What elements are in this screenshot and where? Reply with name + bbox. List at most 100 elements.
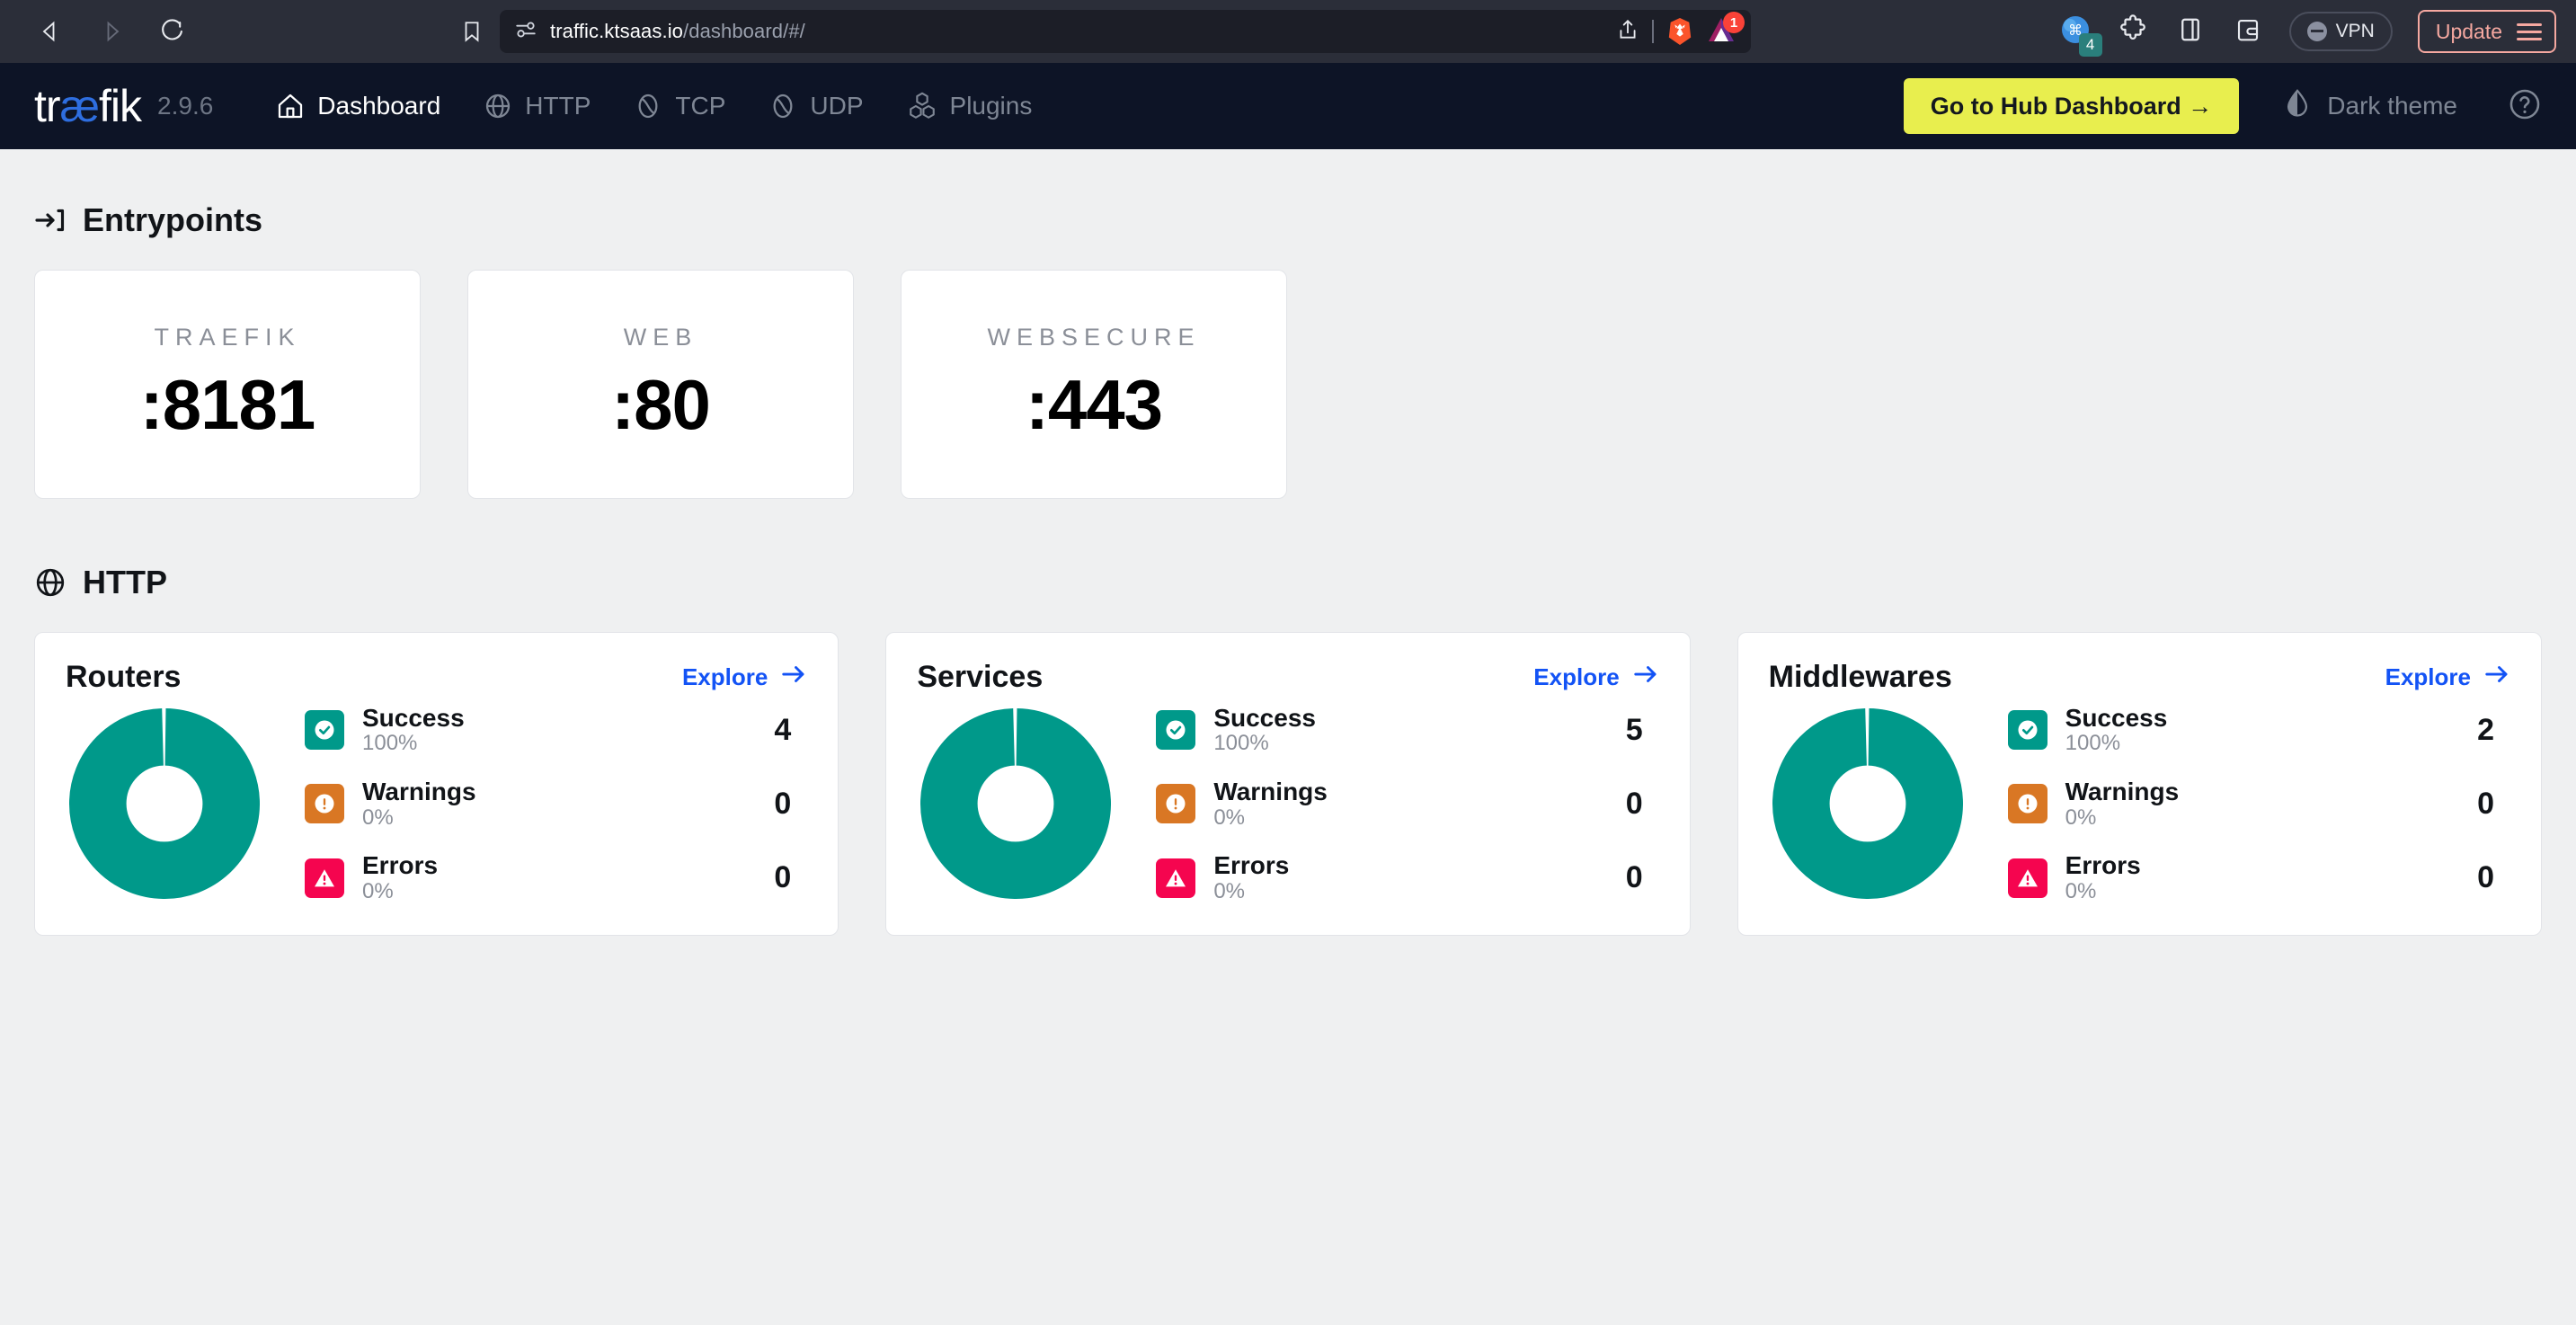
hub-dashboard-button[interactable]: Go to Hub Dashboard →: [1903, 78, 2240, 134]
donut-chart-middlewares: [1772, 708, 1963, 900]
card-body: Success 100% 4 Warnings 0% 0 Errors 0% 0: [66, 704, 807, 904]
bat-rewards-button[interactable]: 1: [1706, 12, 1745, 49]
traefik-logo[interactable]: træfik: [34, 81, 142, 131]
url-bar[interactable]: traffic.ktsaas.io/dashboard/#/ 1: [500, 10, 1751, 53]
bookmark-icon[interactable]: [460, 18, 484, 45]
http-card-services: Services Explore Success 100% 5 Warnings…: [885, 632, 1691, 936]
globe-icon: [34, 566, 67, 599]
donut-chart-services: [920, 708, 1112, 900]
nav-item-plugins[interactable]: Plugins: [885, 63, 1054, 149]
nav-label-tcp: TCP: [675, 92, 726, 120]
stat-text: Errors 0%: [362, 851, 438, 903]
brave-lion-icon[interactable]: [1666, 17, 1693, 46]
arrow-right-icon: [780, 661, 807, 694]
stat-label: Warnings: [362, 778, 476, 806]
nav-label-plugins: Plugins: [949, 92, 1033, 120]
stat-text: Errors 0%: [2065, 851, 2141, 903]
stat-count: 0: [2477, 786, 2494, 821]
stat-label: Success: [1213, 704, 1316, 732]
entrypoints-section-header: Entrypoints: [34, 201, 2542, 239]
reload-button[interactable]: [155, 13, 191, 49]
stat-label: Warnings: [1213, 778, 1328, 806]
card-header: Middlewares Explore: [1769, 660, 2510, 695]
wallet-button[interactable]: [2232, 15, 2264, 48]
browser-toolbar: traffic.ktsaas.io/dashboard/#/ 1 ⌘ 4 VPN…: [0, 0, 2576, 63]
nav-item-tcp[interactable]: TCP: [612, 63, 747, 149]
stat-percent: 0%: [1213, 878, 1246, 903]
entrypoint-card-traefik[interactable]: TRAEFIK :8181: [34, 270, 421, 499]
stat-row-success: Success 100% 4: [305, 704, 807, 756]
stat-row-warnings: Warnings 0% 0: [2007, 778, 2510, 830]
entrypoint-card-web[interactable]: WEB :80: [467, 270, 854, 499]
stat-label: Success: [2065, 704, 2168, 732]
stat-count: 0: [774, 860, 792, 895]
hub-dashboard-label: Go to Hub Dashboard →: [1930, 92, 2213, 120]
browser-nav-buttons: [32, 13, 191, 49]
stat-percent: 0%: [362, 878, 394, 903]
extensions-button[interactable]: [2117, 13, 2149, 49]
logo-part-ae: æ: [59, 81, 100, 131]
nav-item-dashboard[interactable]: Dashboard: [254, 63, 462, 149]
sidebar-toggle-button[interactable]: [2174, 15, 2207, 48]
nav-item-http[interactable]: HTTP: [462, 63, 612, 149]
check-circle-icon: [305, 710, 344, 751]
explore-link-services[interactable]: Explore: [1533, 661, 1658, 694]
http-cards: Routers Explore Success 100% 4 Warnings …: [34, 632, 2542, 936]
explore-label: Explore: [681, 663, 768, 690]
theme-label: Dark theme: [2327, 92, 2457, 120]
stats-list-middlewares: Success 100% 2 Warnings 0% 0 Errors 0% 0: [1972, 704, 2510, 904]
command-extension-button[interactable]: ⌘ 4: [2059, 15, 2102, 57]
card-title: Routers: [66, 660, 182, 694]
stat-percent: 100%: [2065, 731, 2121, 756]
puzzle-extension-icon: [2118, 13, 2148, 49]
forward-button[interactable]: [93, 13, 129, 49]
entrypoint-name: WEBSECURE: [987, 323, 1201, 351]
help-circle-icon: [2508, 87, 2542, 126]
stat-percent: 0%: [2065, 878, 2097, 903]
stat-percent: 0%: [2065, 805, 2097, 830]
share-icon[interactable]: [1616, 18, 1639, 46]
stat-row-warnings: Warnings 0% 0: [1156, 778, 1658, 830]
theme-toggle[interactable]: Dark theme: [2282, 88, 2457, 125]
stat-text: Success 100%: [362, 704, 465, 756]
stat-row-errors: Errors 0% 0: [305, 851, 807, 903]
help-button[interactable]: [2508, 87, 2542, 126]
version-label: 2.9.6: [157, 92, 214, 120]
stat-text: Success 100%: [1213, 704, 1316, 756]
card-title: Middlewares: [1768, 660, 1952, 694]
explore-link-middlewares[interactable]: Explore: [2385, 661, 2510, 694]
explore-link-routers[interactable]: Explore: [682, 661, 807, 694]
stat-text: Success 100%: [2065, 704, 2168, 756]
explore-label: Explore: [1533, 663, 1620, 690]
update-label: Update: [2435, 19, 2502, 43]
bat-triangle-icon: [1706, 18, 1737, 49]
entrypoint-card-websecure[interactable]: WEBSECURE :443: [901, 270, 1287, 499]
card-body: Success 100% 5 Warnings 0% 0 Errors 0% 0: [917, 704, 1658, 904]
http-card-routers: Routers Explore Success 100% 4 Warnings …: [34, 632, 839, 936]
stat-count: 2: [2477, 712, 2494, 747]
traefik-navbar: træfik 2.9.6 Dashboard HTTP TCP UDP Plug…: [0, 63, 2576, 149]
back-arrow-icon: [38, 19, 63, 44]
stat-label: Errors: [2065, 851, 2141, 880]
stat-label: Errors: [362, 851, 439, 880]
stat-row-errors: Errors 0% 0: [2007, 851, 2510, 903]
site-settings-icon[interactable]: [514, 18, 537, 46]
url-path: /dashboard/#/: [683, 20, 805, 42]
entrypoint-port: :8181: [139, 364, 315, 444]
stat-label: Warnings: [2065, 778, 2180, 806]
sidebar-toggle-icon: [2177, 16, 2204, 48]
hamburger-menu-icon[interactable]: [2517, 22, 2542, 40]
card-title: Services: [917, 660, 1044, 694]
nav-item-udp[interactable]: UDP: [747, 63, 884, 149]
wallet-icon: [2234, 16, 2261, 48]
urlbar-actions: 1: [1616, 12, 1745, 49]
update-button[interactable]: Update: [2417, 10, 2556, 53]
check-circle-icon: [2007, 710, 2047, 751]
command-extension-badge: 4: [2078, 33, 2102, 57]
stat-text: Warnings 0%: [2065, 778, 2180, 830]
explore-label: Explore: [2385, 663, 2471, 690]
vpn-button[interactable]: VPN: [2288, 12, 2393, 51]
entrypoint-arrow-icon: [34, 204, 67, 236]
stat-percent: 0%: [1213, 805, 1246, 830]
back-button[interactable]: [32, 13, 68, 49]
